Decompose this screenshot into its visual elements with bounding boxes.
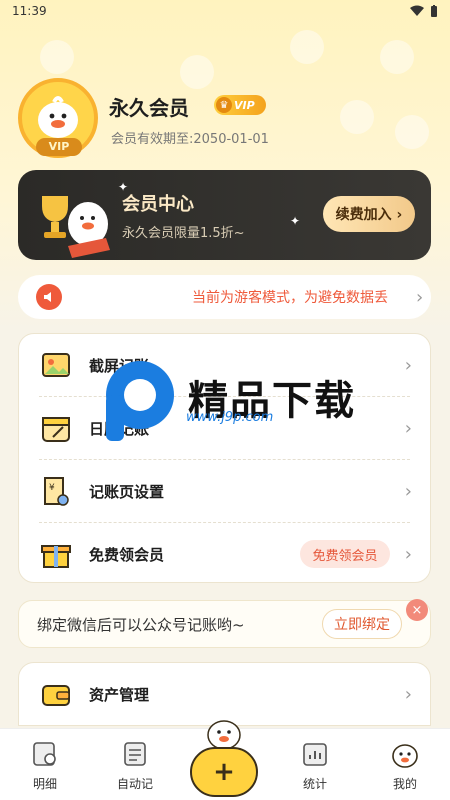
avatar-vip-badge: VIP xyxy=(36,138,82,156)
wallet-icon xyxy=(42,685,70,706)
member-center-card[interactable]: ✦ ✦ 会员中心 永久会员限量1.5折~ 续费加入 › xyxy=(18,170,431,260)
battery-icon xyxy=(431,4,437,17)
crown-icon: ♛ xyxy=(216,97,232,113)
chevron-right-icon: › xyxy=(404,417,412,439)
duck-profile-icon xyxy=(392,744,418,768)
bottom-navigation: 明细 自动记 + 统计 我的 xyxy=(0,720,450,800)
notice-text: 当前为游客模式，为避免数据丢 xyxy=(192,290,388,306)
chevron-right-icon: › xyxy=(404,354,412,376)
member-center-subtitle: 永久会员限量1.5折~ xyxy=(122,226,245,241)
nav-label: 统计 xyxy=(302,777,327,791)
menu-item-label: 资产管理 xyxy=(89,685,150,704)
nav-label: 自动记 xyxy=(116,777,153,791)
calendar-icon xyxy=(42,417,70,442)
free-membership-tag: 免费领会员 xyxy=(300,540,390,568)
wechat-bind-banner: 绑定微信后可以公众号记账哟~ 立即绑定 × xyxy=(18,599,431,648)
watermark-p-icon xyxy=(106,361,174,441)
decor-flower xyxy=(290,30,324,64)
close-icon[interactable]: × xyxy=(406,599,428,621)
renew-join-button[interactable]: 续费加入 › xyxy=(323,196,415,232)
decor-flower xyxy=(40,40,74,74)
chevron-right-icon: › xyxy=(404,683,412,705)
member-center-title: 会员中心 xyxy=(122,194,194,215)
decor-flower xyxy=(380,40,414,74)
sparkle-icon: ✦ xyxy=(290,214,301,228)
screenshot-icon xyxy=(42,353,70,377)
speaker-icon xyxy=(36,284,62,310)
menu-item-label: 免费领会员 xyxy=(89,545,165,564)
nav-tab-statistics[interactable]: 统计 xyxy=(280,739,350,799)
menu-item-label: 记账页设置 xyxy=(89,482,165,501)
duck-mascot-icon xyxy=(207,720,241,750)
wifi-icon xyxy=(410,5,424,16)
guest-notice-bar[interactable]: 当前为游客模式，为避免数据丢 › xyxy=(18,275,431,319)
add-record-button[interactable]: + xyxy=(190,747,258,797)
menu-item-free-membership[interactable]: 免费领会员 免费领会员 › xyxy=(19,523,430,585)
status-bar: 11:39 xyxy=(0,0,450,22)
bind-now-button[interactable]: 立即绑定 xyxy=(322,609,402,639)
details-icon xyxy=(33,742,56,766)
chevron-right-icon: › xyxy=(404,543,412,565)
statistics-icon xyxy=(303,743,327,766)
menu-item-ledger-settings[interactable]: ¥ 记账页设置 › xyxy=(19,460,430,522)
chevron-right-icon: › xyxy=(416,286,424,308)
ledger-settings-icon: ¥ xyxy=(44,477,69,506)
profile-name: 永久会员 xyxy=(109,96,189,120)
auto-record-icon xyxy=(124,742,146,766)
nav-tab-auto-record[interactable]: 自动记 xyxy=(100,739,170,799)
trophy-duck-icon xyxy=(42,196,110,258)
svg-text:¥: ¥ xyxy=(49,483,55,493)
gift-icon xyxy=(41,545,71,568)
nav-tab-details[interactable]: 明细 xyxy=(10,739,80,799)
profile-header: VIP 永久会员 ♛ VIP 会员有效期至:2050-01-01 xyxy=(18,78,438,158)
status-time: 11:39 xyxy=(12,4,47,18)
wechat-bind-text: 绑定微信后可以公众号记账哟~ xyxy=(37,615,245,634)
nav-tab-mine[interactable]: 我的 xyxy=(370,739,440,799)
watermark-logo: 精品下载 www.j9p.com xyxy=(90,350,380,460)
watermark-url: www.j9p.com xyxy=(186,410,274,425)
vip-badge-label: VIP xyxy=(234,98,255,112)
vip-badge: ♛ VIP xyxy=(214,95,266,115)
nav-label: 明细 xyxy=(32,777,57,791)
chevron-right-icon: › xyxy=(404,480,412,502)
membership-expiry: 会员有效期至:2050-01-01 xyxy=(111,132,269,147)
nav-label: 我的 xyxy=(392,777,417,791)
